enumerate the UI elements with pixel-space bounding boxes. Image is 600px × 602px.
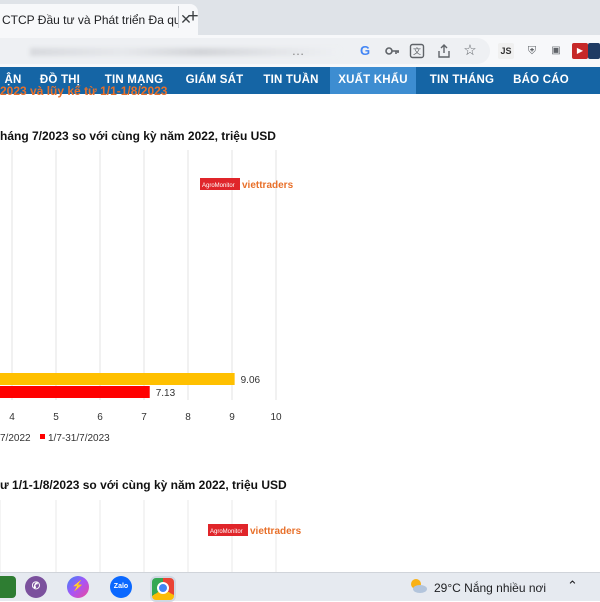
- nav-item-reports[interactable]: BÁO CÁO: [508, 67, 574, 94]
- nav-item-export[interactable]: XUẤT KHẨU: [330, 67, 416, 94]
- chrome-icon[interactable]: [150, 576, 176, 602]
- address-bar[interactable]: … G 文 ☆: [0, 38, 490, 64]
- windows-taskbar: ✆ ⚡ Zalo 29°C Nắng nhiều nơi ⌃: [0, 572, 600, 602]
- key-icon[interactable]: [384, 43, 400, 59]
- svg-text:文: 文: [413, 46, 421, 56]
- chart-2-title: ư 1/1-1/8/2023 so với cùng kỳ năm 2022, …: [0, 478, 287, 492]
- ellipsis-icon: …: [291, 43, 305, 58]
- clapper-extension-icon[interactable]: [588, 43, 600, 59]
- video-extension-icon[interactable]: ▶: [572, 43, 588, 59]
- tab-title: CTCP Đầu tư và Phát triển Đa quố: [2, 13, 178, 27]
- extension-icon[interactable]: ⛨: [524, 43, 540, 59]
- js-extension-icon[interactable]: JS: [498, 43, 514, 59]
- new-tab-button[interactable]: +: [182, 6, 204, 28]
- bookmark-extension-icon[interactable]: ▣: [548, 43, 564, 59]
- chart-1-title: háng 7/2023 so với cùng kỳ năm 2022, tri…: [0, 129, 276, 143]
- watermark-logo-text: AgroMonitor: [202, 183, 235, 189]
- phone-app-icon[interactable]: [0, 576, 16, 598]
- bookmark-star-icon[interactable]: ☆: [462, 43, 478, 59]
- browser-toolbar: … G 文 ☆ JS ⛨ ▣ ▶: [0, 35, 600, 68]
- x-tick-label: 7: [141, 412, 147, 423]
- viber-icon[interactable]: ✆: [25, 576, 47, 598]
- nav-item-weekly[interactable]: TIN TUẦN: [255, 67, 327, 94]
- weather-sun-cloud-icon[interactable]: [408, 578, 428, 594]
- share-icon[interactable]: [436, 43, 452, 59]
- nav-item-monthly[interactable]: TIN THÁNG: [420, 67, 504, 94]
- chart-watermark: AgroMonitor viettraders: [200, 178, 294, 191]
- x-tick-label: 9: [229, 412, 235, 423]
- bar-2022: [0, 373, 235, 385]
- google-lens-icon[interactable]: G: [357, 43, 373, 59]
- browser-tab-strip: CTCP Đầu tư và Phát triển Đa quố ✕ +: [0, 0, 600, 35]
- bar-data-label: 7.13: [156, 388, 176, 399]
- x-tick-label: 6: [97, 412, 103, 423]
- tab-divider: [178, 6, 179, 28]
- messenger-icon[interactable]: ⚡: [67, 576, 89, 598]
- watermark-2-brand-text: viettraders: [250, 526, 302, 537]
- chart-x-ticks: 4 5 6 7 8 9 10: [9, 412, 282, 423]
- legend-swatch-2023: [40, 434, 45, 439]
- x-tick-label: 10: [270, 412, 282, 423]
- chart-2-watermark: AgroMonitor viettraders: [208, 524, 302, 537]
- nav-item-monitoring[interactable]: GIÁM SÁT: [177, 67, 252, 94]
- export-bar-chart: 9.06 7.13 4 5 6 7 8 9 10 AgroMonitor viettrader…: [0, 150, 294, 444]
- tray-chevron-up-icon[interactable]: ⌃: [567, 578, 578, 594]
- bar-data-label: 9.06: [241, 375, 261, 386]
- legend-label-2023: 1/7-31/7/2023: [48, 433, 110, 444]
- translate-icon[interactable]: 文: [409, 43, 425, 59]
- chart-legend: 7/2022 1/7-31/7/2023: [0, 433, 110, 444]
- watermark-2-logo-text: AgroMonitor: [210, 529, 243, 535]
- chart-bars: 9.06 7.13: [0, 373, 261, 399]
- watermark-brand-text: viettraders: [242, 180, 294, 191]
- zalo-icon[interactable]: Zalo: [110, 576, 132, 598]
- cumulative-bar-chart: AgroMonitor viettraders: [0, 500, 302, 572]
- x-tick-label: 4: [9, 412, 15, 423]
- weather-text[interactable]: 29°C Nắng nhiều nơi: [434, 581, 546, 595]
- x-tick-label: 8: [185, 412, 191, 423]
- browser-tab[interactable]: CTCP Đầu tư và Phát triển Đa quố ✕: [0, 4, 198, 35]
- article-subtitle: 2023 và lũy kế từ 1/1-1/8/2023: [0, 84, 168, 98]
- legend-label-2022: 7/2022: [0, 433, 31, 444]
- bar-2023: [0, 386, 150, 398]
- x-tick-label: 5: [53, 412, 59, 423]
